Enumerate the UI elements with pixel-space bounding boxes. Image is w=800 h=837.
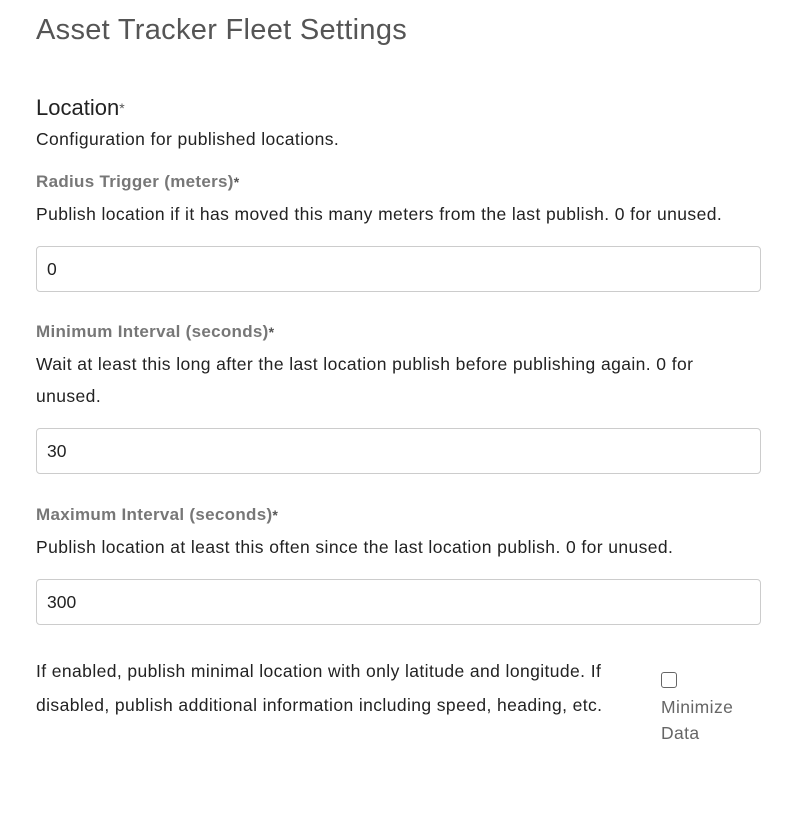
field-label: Maximum Interval (seconds)* [36, 499, 761, 531]
field-label: Minimum Interval (seconds)* [36, 316, 761, 348]
minimum-interval-input[interactable] [36, 428, 761, 474]
minimize-data-label[interactable]: Minimize Data [661, 694, 761, 746]
field-minimum-interval: Minimum Interval (seconds)* Wait at leas… [36, 316, 761, 474]
minimize-data-control[interactable]: Minimize Data [661, 654, 761, 746]
label-text: Minimum Interval (seconds) [36, 322, 269, 341]
field-description: Publish location at least this often sin… [36, 537, 674, 557]
page-title: Asset Tracker Fleet Settings [36, 14, 408, 46]
minimize-data-row: If enabled, publish minimal location wit… [36, 654, 761, 746]
field-label: Radius Trigger (meters)* [36, 166, 761, 198]
required-mark: * [272, 507, 279, 523]
section-heading: Location* [36, 93, 761, 123]
field-maximum-interval: Maximum Interval (seconds)* Publish loca… [36, 499, 761, 625]
label-text: Radius Trigger (meters) [36, 172, 234, 191]
section-title: Location [36, 95, 120, 120]
field-radius-trigger: Radius Trigger (meters)* Publish locatio… [36, 166, 761, 292]
required-mark: * [233, 174, 240, 190]
minimize-data-checkbox[interactable] [661, 672, 677, 688]
maximum-interval-input[interactable] [36, 579, 761, 625]
field-description: Publish location if it has moved this ma… [36, 204, 723, 224]
required-mark: * [268, 324, 275, 340]
label-text: Maximum Interval (seconds) [36, 505, 273, 524]
required-mark: * [119, 100, 125, 116]
minimize-description: If enabled, publish minimal location wit… [36, 661, 603, 715]
radius-trigger-input[interactable] [36, 246, 761, 292]
settings-page: Asset Tracker Fleet Settings Location* C… [0, 0, 800, 746]
section-description: Configuration for published locations. [36, 129, 340, 149]
field-description: Wait at least this long after the last l… [36, 354, 694, 406]
